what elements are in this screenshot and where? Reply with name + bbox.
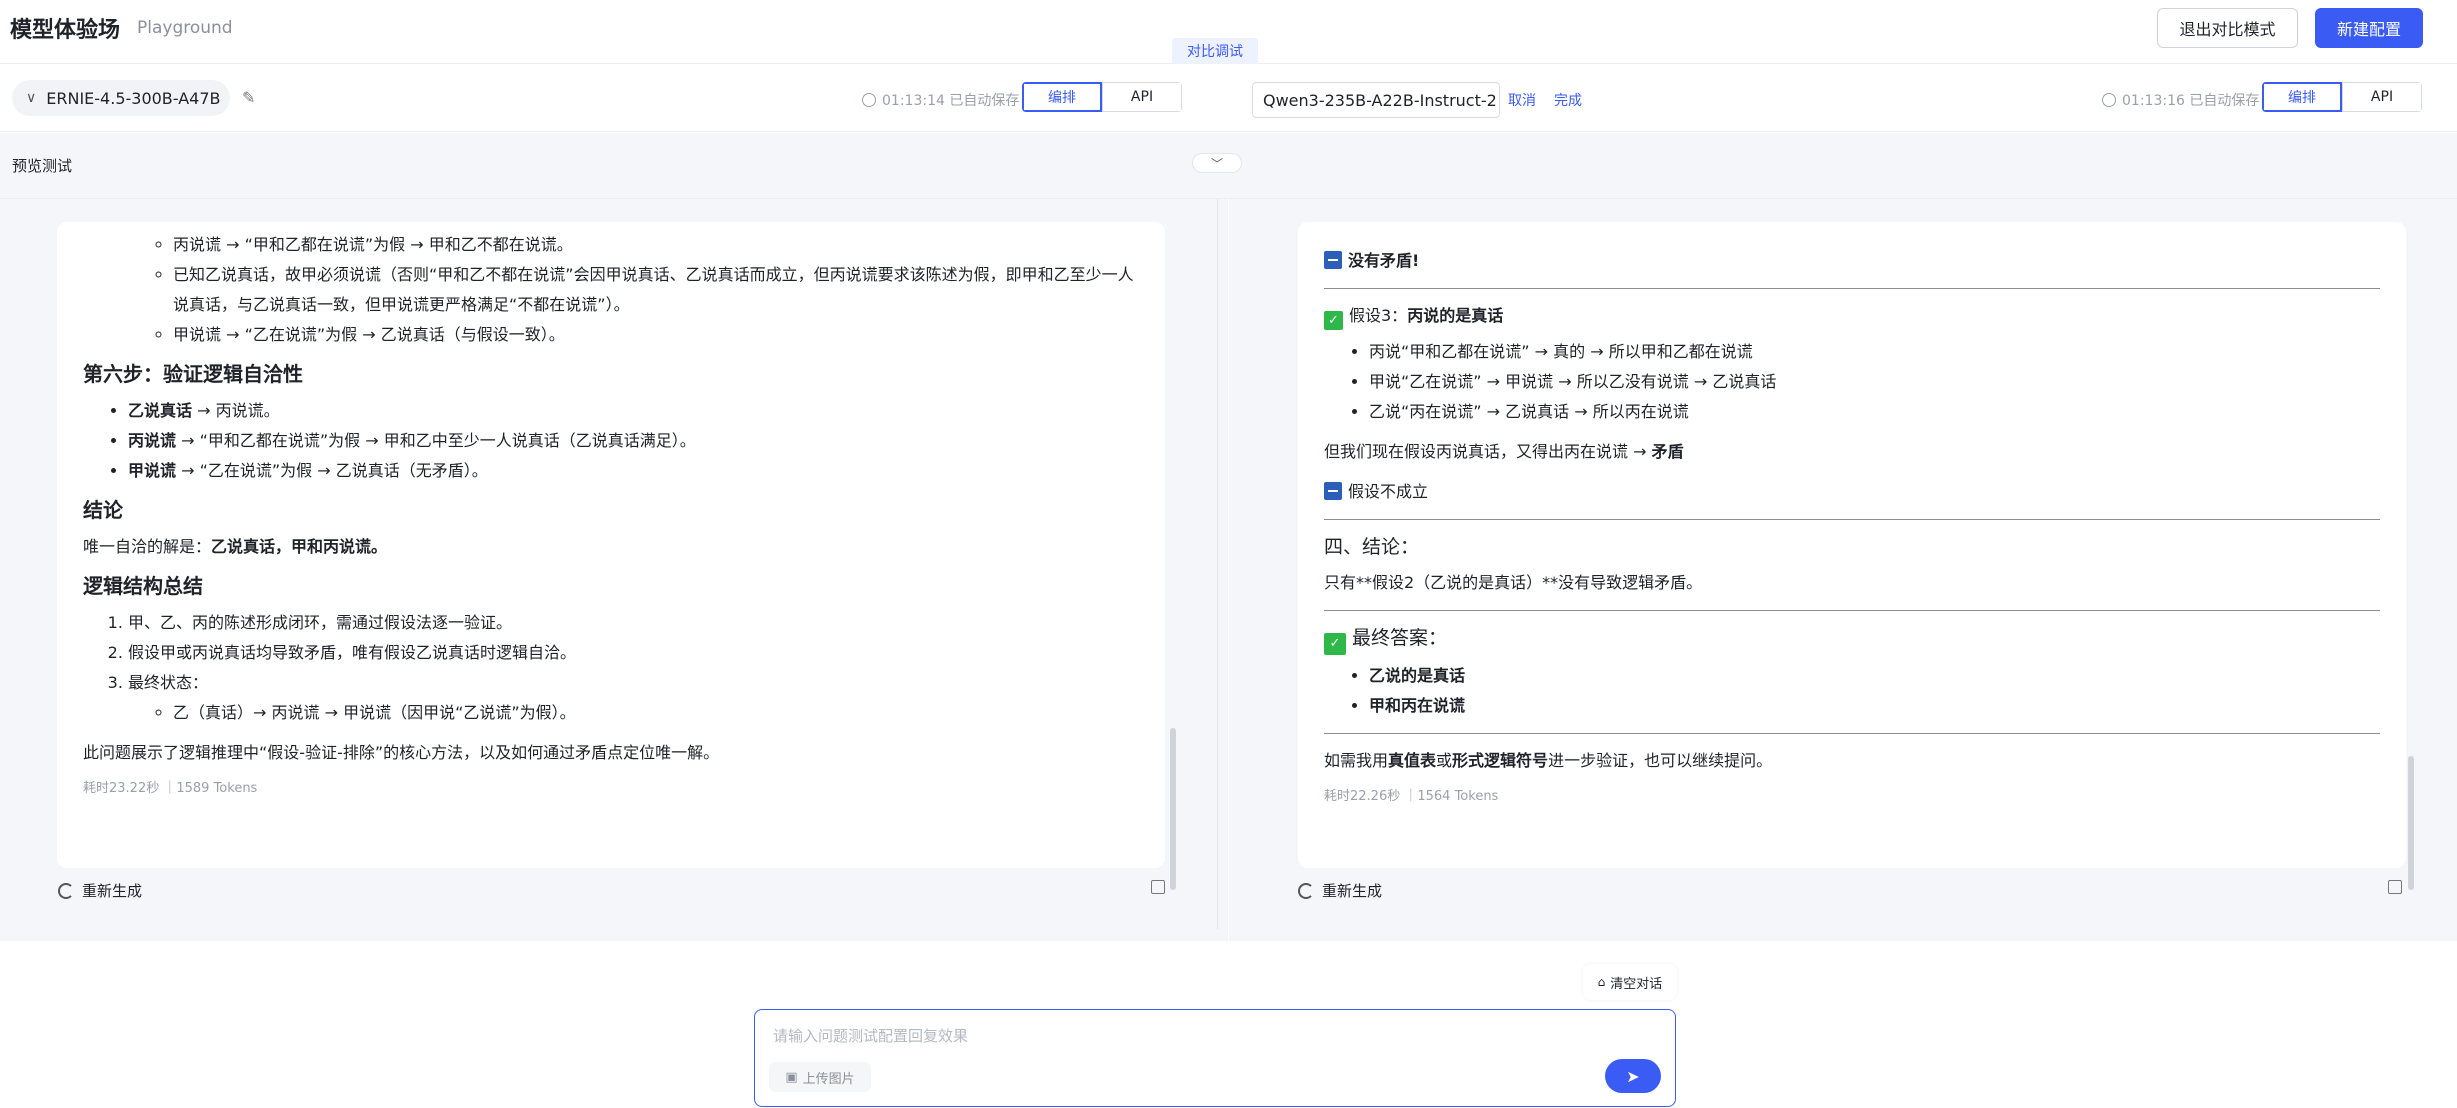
left-tab-arrange[interactable]: 编排: [1022, 82, 1102, 112]
edit-icon[interactable]: ✎: [242, 88, 260, 107]
list-item: 假设甲或丙说真话均导致矛盾，唯有假设乙说真话时逻辑自洽。: [128, 638, 1139, 668]
list-item: 乙说谎 → 丙说谎。: [173, 222, 1139, 230]
right-regenerate-button[interactable]: 重新生成: [1298, 880, 1382, 901]
preview-label: 预览测试: [12, 157, 73, 175]
clock-icon: [862, 93, 876, 107]
check-box-icon: ✓: [1324, 311, 1343, 330]
send-icon: ➤: [1626, 1066, 1640, 1086]
list-item: 最终状态： 乙（真话）→ 丙说谎 → 甲说谎（因甲说“乙说谎”为假）。: [128, 668, 1139, 728]
right-autosave-status: 01:13:16 已自动保存: [2102, 90, 2259, 110]
list-item: 已知乙说真话，故甲必须说谎（否则“甲和乙不都在说谎”会因甲说真话、乙说真话而成立…: [173, 260, 1139, 320]
done-link[interactable]: 完成: [1554, 90, 1582, 110]
panel-divider: [1217, 199, 1218, 929]
conclusion-heading: 结论: [83, 498, 123, 522]
app-title: 模型体验场: [10, 18, 121, 43]
upload-image-button[interactable]: ▣ 上传图片: [769, 1062, 871, 1092]
chat-input[interactable]: 请输入问题测试配置回复效果: [773, 1025, 968, 1046]
list-item: 丙说“甲和乙都在说谎” → 真的 → 所以甲和乙都在说谎: [1369, 337, 2380, 367]
left-autosave-text: 01:13:14 已自动保存: [882, 93, 1020, 109]
broom-icon: ⌂: [1597, 975, 1606, 989]
config-row: ∨ ERNIE-4.5-300B-A47B ✎ 01:13:14 已自动保存 编…: [0, 64, 2457, 132]
left-model-name: ERNIE-4.5-300B-A47B: [46, 88, 221, 108]
cancel-link[interactable]: 取消: [1508, 90, 1536, 110]
right-autosave-text: 01:13:16 已自动保存: [2122, 93, 2260, 109]
summary-heading: 逻辑结构总结: [83, 574, 203, 598]
copy-icon[interactable]: [1151, 880, 1165, 894]
list-item: 甲说谎 → “乙在说谎”为假 → 乙说真话（无矛盾）。: [128, 456, 1139, 486]
hypothesis3-line: ✓ 假设3：丙说的是真话: [1324, 301, 2380, 331]
closing-text: 如需我用真值表或形式逻辑符号进一步验证，也可以继续提问。: [1324, 751, 1773, 770]
list-item: 乙说真话 → 丙说谎。: [128, 396, 1139, 426]
refresh-icon: [1298, 882, 1314, 899]
list-item: 乙（真话）→ 丙说谎 → 甲说谎（因甲说“乙说谎”为假）。: [173, 698, 1139, 728]
conclusion-text: 唯一自洽的解是：乙说真话，甲和丙说谎。: [83, 537, 388, 556]
right-scrollbar[interactable]: [2408, 756, 2414, 890]
left-autosave-status: 01:13:14 已自动保存: [862, 90, 1019, 110]
clear-chat-button[interactable]: ⌂ 清空对话: [1583, 964, 1677, 1000]
divider: [1324, 288, 2380, 289]
list-item: 乙说“丙在说谎” → 乙说真话 → 所以丙在说谎: [1369, 397, 2380, 427]
clock-icon: [2102, 93, 2116, 107]
conclusion-text: 只有**假设2（乙说的是真话）**没有导致逻辑矛盾。: [1324, 573, 1703, 592]
right-mode-tabs: 编排 API: [2262, 82, 2422, 112]
image-icon: ▣: [785, 1069, 798, 1085]
left-model-selector[interactable]: ∨ ERNIE-4.5-300B-A47B: [12, 80, 230, 116]
chevron-down-icon: ﹀: [1210, 156, 1223, 171]
hypothesis-invalid-line: 假设不成立: [1324, 477, 2380, 507]
send-button[interactable]: ➤: [1605, 1059, 1661, 1093]
preview-bar: 预览测试 ﹀: [0, 133, 2457, 199]
check-box-icon: ✓: [1324, 633, 1346, 655]
response-meta: 耗时23.22秒 ｜1589 Tokens: [83, 781, 258, 796]
right-model-input[interactable]: Qwen3-235B-A22B-Instruct-2: [1252, 82, 1500, 118]
divider: [1324, 519, 2380, 520]
conclusion-heading: 四、结论：: [1324, 536, 1420, 558]
closing-text: 此问题展示了逻辑推理中“假设-验证-排除”的核心方法，以及如何通过矛盾点定位唯一…: [83, 743, 720, 762]
final-answer-heading: ✓ 最终答案：: [1324, 623, 2380, 655]
compare-debug-tag: 对比调试: [1172, 38, 1258, 64]
list-item: 甲和丙在说谎: [1369, 691, 2380, 721]
list-item: 甲、乙、丙的陈述形成闭环，需通过假设法逐一验证。: [128, 608, 1139, 638]
right-tab-api[interactable]: API: [2342, 82, 2422, 112]
left-scrollbar[interactable]: [1170, 728, 1176, 890]
copy-icon[interactable]: [2388, 880, 2402, 894]
left-response-card: 乙说谎 → 丙说谎。 丙说谎 → “甲和乙都在说谎”为假 → 甲和乙不都在说谎。…: [57, 222, 1165, 868]
left-regenerate-button[interactable]: 重新生成: [58, 880, 142, 901]
response-meta: 耗时22.26秒 ｜1564 Tokens: [1324, 789, 1499, 804]
list-item: 乙说的是真话: [1369, 661, 2380, 691]
contradiction-line: 但我们现在假设丙说真话，又得出丙在说谎 → 矛盾: [1324, 442, 1684, 461]
no-conflict-line: 没有矛盾!: [1324, 246, 2380, 276]
divider: [1324, 610, 2380, 611]
chat-input-box[interactable]: 请输入问题测试配置回复效果 ▣ 上传图片 ➤: [754, 1009, 1676, 1107]
step6-heading: 第六步：验证逻辑自洽性: [83, 362, 303, 386]
minus-box-icon: [1324, 251, 1342, 269]
app-subtitle: Playground: [137, 18, 233, 38]
collapse-toggle[interactable]: ﹀: [1192, 153, 1242, 173]
left-tab-api[interactable]: API: [1102, 82, 1182, 112]
refresh-icon: [58, 882, 74, 899]
minus-box-icon: [1324, 482, 1342, 500]
exit-compare-button[interactable]: 退出对比模式: [2157, 8, 2298, 48]
divider: [1324, 733, 2380, 734]
chevron-down-icon: ∨: [26, 90, 37, 106]
new-config-button[interactable]: 新建配置: [2315, 8, 2423, 48]
list-item: 丙说谎 → “甲和乙都在说谎”为假 → 甲和乙中至少一人说真话（乙说真话满足）。: [128, 426, 1139, 456]
list-item: 甲说“乙在说谎” → 甲说谎 → 所以乙没有说谎 → 乙说真话: [1369, 367, 2380, 397]
left-mode-tabs: 编排 API: [1022, 82, 1182, 112]
list-item: 甲说谎 → “乙在说谎”为假 → 乙说真话（与假设一致）。: [173, 320, 1139, 350]
list-item: 丙说谎 → “甲和乙都在说谎”为假 → 甲和乙不都在说谎。: [173, 230, 1139, 260]
right-tab-arrange[interactable]: 编排: [2262, 82, 2342, 112]
right-response-card: 没有矛盾! ✓假设3：丙说的是真话 丙说“甲和乙都在说谎” → 真的 → 所以甲…: [1298, 222, 2406, 868]
